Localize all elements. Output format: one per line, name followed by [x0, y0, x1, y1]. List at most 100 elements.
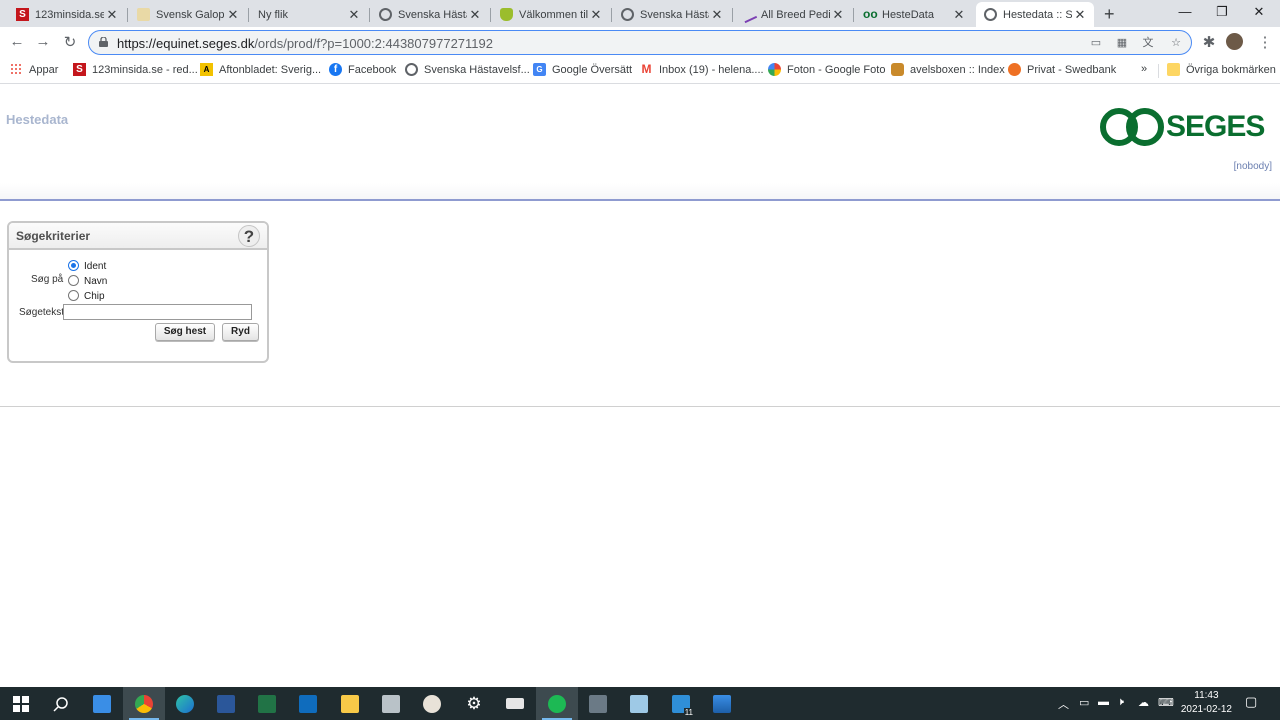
- close-icon[interactable]: ✕: [346, 7, 362, 23]
- tab-svenska-hastavel-2[interactable]: Svenska Hästav ✕: [613, 2, 731, 27]
- bookmark-label: Inbox (19) - helena....: [659, 63, 764, 76]
- taskbar-spotify[interactable]: [536, 687, 578, 720]
- url-text[interactable]: https://equinet.seges.dk/ords/prod/f?p=1…: [117, 36, 493, 51]
- close-window-button[interactable]: ✕: [1249, 4, 1269, 20]
- bookmark-avelsboxen[interactable]: avelsboxen :: Index: [891, 63, 1005, 76]
- radio-navn-label[interactable]: Navn: [84, 276, 107, 287]
- user-link[interactable]: [nobody]: [1234, 161, 1272, 172]
- taskbar-printer[interactable]: [370, 687, 412, 720]
- device-icon[interactable]: ▭: [1079, 696, 1089, 709]
- taskbar-photos[interactable]: [701, 687, 743, 720]
- qr-code-icon[interactable]: ▦: [1115, 36, 1129, 50]
- bookmark-aftonbladet[interactable]: A Aftonbladet: Sverig...: [200, 63, 321, 76]
- tab-all-breed-pedigree[interactable]: All Breed Pedig ✕: [734, 2, 852, 27]
- keyboard-icon[interactable]: ⌨: [1158, 696, 1174, 709]
- taskbar-mail[interactable]: [81, 687, 123, 720]
- close-icon[interactable]: ✕: [225, 7, 241, 23]
- translate-page-icon[interactable]: 文: [1141, 36, 1155, 50]
- taskbar-notes[interactable]: [618, 687, 660, 720]
- clear-button[interactable]: Ryd: [222, 323, 259, 341]
- taskbar-calculator[interactable]: [577, 687, 619, 720]
- bookmark-other-folder[interactable]: Övriga bokmärken: [1167, 63, 1276, 76]
- menu-kebab-icon[interactable]: ⋮: [1256, 33, 1274, 51]
- taskbar-edge[interactable]: [164, 687, 206, 720]
- word-icon: [217, 694, 235, 713]
- bookmarks-bar: Appar S 123minsida.se - red... A Aftonbl…: [0, 58, 1280, 84]
- mail-icon: [93, 694, 111, 713]
- bookmark-facebook[interactable]: f Facebook: [329, 63, 396, 76]
- search-text-label: Søgetekst: [19, 307, 65, 318]
- restore-button[interactable]: ❐: [1212, 4, 1232, 20]
- taskbar-file-explorer[interactable]: [329, 687, 371, 720]
- radio-navn[interactable]: [68, 275, 79, 286]
- browser-tab-strip: S 123minsida.se ✕ Svensk Galopp ✕ Ny fli…: [0, 0, 1280, 27]
- close-icon[interactable]: ✕: [709, 7, 725, 23]
- start-button[interactable]: [0, 687, 42, 720]
- radio-ident-label[interactable]: Ident: [84, 261, 106, 272]
- tab-svenska-hastavel-1[interactable]: Svenska Hästav ✕: [371, 2, 489, 27]
- address-bar[interactable]: https://equinet.seges.dk/ords/prod/f?p=1…: [88, 30, 1192, 55]
- search-text-input[interactable]: [63, 304, 252, 320]
- search-taskbar-button[interactable]: [40, 687, 82, 720]
- tab-hestedata-active[interactable]: Hestedata :: Sø ✕: [976, 2, 1094, 27]
- bookmark-appar[interactable]: Appar: [10, 63, 58, 76]
- clock[interactable]: 11:43 2021-02-12: [1181, 689, 1232, 717]
- radio-chip[interactable]: [68, 290, 79, 301]
- close-icon[interactable]: ✕: [951, 7, 967, 23]
- close-icon[interactable]: ✕: [104, 7, 120, 23]
- radio-chip-label[interactable]: Chip: [84, 291, 105, 302]
- close-icon[interactable]: ✕: [1072, 7, 1088, 23]
- region-title: Søgekriterier: [16, 229, 91, 243]
- minimize-button[interactable]: —: [1175, 4, 1195, 19]
- shield-icon: [500, 8, 513, 21]
- taskbar-tasks[interactable]: 11: [660, 687, 702, 720]
- tab-123minsida[interactable]: S 123minsida.se ✕: [8, 2, 126, 27]
- search-horse-button[interactable]: Søg hest: [155, 323, 215, 341]
- bookmark-123minsida[interactable]: S 123minsida.se - red...: [73, 63, 198, 76]
- close-icon[interactable]: ✕: [588, 7, 604, 23]
- bookmark-label: avelsboxen :: Index: [910, 63, 1005, 76]
- taskbar-settings[interactable]: ⚙: [453, 687, 495, 720]
- close-icon[interactable]: ✕: [830, 7, 846, 23]
- tab-svensk-galopp[interactable]: Svensk Galopp ✕: [129, 2, 247, 27]
- taskbar-app[interactable]: [494, 687, 536, 720]
- bookmark-google-oversatt[interactable]: G Google Översätt: [533, 63, 632, 76]
- taskbar-excel[interactable]: [246, 687, 288, 720]
- bookmark-google-foto[interactable]: Foton - Google Foto: [768, 63, 885, 76]
- volume-icon[interactable]: 🕨: [1117, 696, 1124, 709]
- cloud-icon[interactable]: ☁: [1138, 696, 1149, 709]
- taskbar-paint[interactable]: [411, 687, 453, 720]
- tab-hestedata[interactable]: oo HesteData ✕: [855, 2, 973, 27]
- reload-button[interactable]: ↻: [61, 33, 79, 51]
- apps-grid-icon: [10, 63, 23, 76]
- battery-icon[interactable]: ▬: [1098, 696, 1109, 708]
- bookmarks-more-button[interactable]: »: [1141, 63, 1147, 75]
- bookmark-inbox[interactable]: M Inbox (19) - helena....: [640, 63, 764, 76]
- url-host: https://equinet.seges.dk: [117, 36, 255, 51]
- bookmark-star-icon[interactable]: ☆: [1169, 36, 1183, 50]
- bookmark-svenska-hastavel[interactable]: Svenska Hästavelsf...: [405, 63, 530, 76]
- taskbar-outlook[interactable]: [287, 687, 329, 720]
- new-tab-button[interactable]: +: [1104, 4, 1115, 25]
- gmail-icon: M: [641, 62, 652, 76]
- tab-valkommen[interactable]: Välkommen till ✕: [492, 2, 610, 27]
- page-content: Hestedata SEGES [nobody] Søgekriterier ?…: [0, 85, 1280, 687]
- bookmark-label: Aftonbladet: Sverig...: [219, 63, 322, 76]
- notifications-icon[interactable]: ▢: [1245, 694, 1257, 710]
- extensions-icon[interactable]: ✱: [1200, 33, 1218, 51]
- back-button[interactable]: ←: [8, 33, 26, 50]
- help-icon[interactable]: ?: [238, 225, 260, 247]
- taskbar-chrome[interactable]: [123, 687, 165, 720]
- cast-icon[interactable]: ▭: [1089, 36, 1103, 50]
- avatar[interactable]: [1226, 33, 1243, 50]
- close-icon[interactable]: ✕: [467, 7, 483, 23]
- windows-taskbar: ⚙ 11 ︿ ▭ ▬ 🕨 ☁ ⌨ 11:43 2021-02-12 ▢: [0, 687, 1280, 720]
- galopp-icon: [137, 8, 150, 21]
- bookmark-swedbank[interactable]: Privat - Swedbank: [1008, 63, 1116, 76]
- infinity-icon: oo: [863, 7, 878, 21]
- radio-ident[interactable]: [68, 260, 79, 271]
- taskbar-word[interactable]: [205, 687, 247, 720]
- chevron-up-icon[interactable]: ︿: [1058, 696, 1069, 712]
- forward-button[interactable]: →: [34, 33, 52, 50]
- tab-ny-flik[interactable]: Ny flik ✕: [250, 2, 368, 27]
